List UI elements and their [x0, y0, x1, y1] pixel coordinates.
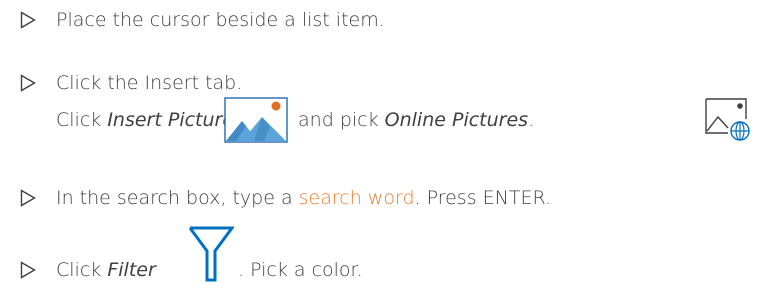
filter-funnel-icon[interactable] — [188, 226, 234, 282]
insert-pictures-icon[interactable] — [224, 97, 288, 143]
step-4-rest: . Pick a color. — [238, 258, 363, 282]
search-word-highlight: search word — [298, 187, 415, 209]
period-text: . — [528, 109, 535, 131]
step-1-text: Place the cursor beside a list item. — [56, 9, 385, 31]
step-4-text: Click Filter — [56, 258, 156, 282]
triangle-bullet-icon — [20, 74, 36, 92]
click-prefix: Click — [56, 109, 108, 131]
triangle-bullet-icon — [20, 189, 36, 207]
filter-label: Filter — [107, 259, 156, 281]
online-pictures-label: Online Pictures — [384, 109, 529, 131]
step-2-subline-rest: and pick Online Pictures. — [292, 108, 534, 132]
triangle-bullet-icon — [20, 11, 36, 29]
step-4-suffix: . Pick a color. — [238, 259, 363, 281]
and-pick-text: and pick — [292, 109, 385, 131]
step-3-text: In the search box, type a search word. P… — [56, 186, 551, 210]
step-2-subline: Click Insert Pictures — [56, 108, 244, 132]
step-4-prefix: Click — [56, 259, 108, 281]
step-3-prefix: In the search box, type a — [56, 187, 299, 209]
step-2-text: Click the Insert tab. — [56, 72, 243, 94]
triangle-bullet-icon — [20, 261, 36, 279]
step-3-suffix: . Press ENTER. — [414, 187, 552, 209]
online-pictures-icon[interactable] — [704, 97, 752, 141]
